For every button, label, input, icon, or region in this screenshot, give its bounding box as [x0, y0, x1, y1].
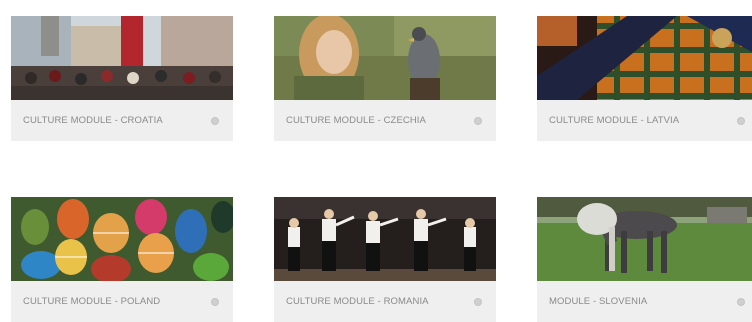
module-label-latvia[interactable]: CULTURE MODULE - LATVIA [549, 115, 679, 126]
romania-folk-dancers-photo [274, 197, 496, 281]
module-card-poland[interactable]: CULTURE MODULE - POLAND [11, 197, 233, 322]
circle-dot-icon[interactable] [474, 116, 482, 125]
circle-dot-icon[interactable] [474, 297, 482, 306]
module-card-czechia[interactable]: CULTURE MODULE - CZECHIA [274, 16, 496, 141]
circle-dot-icon[interactable] [211, 297, 219, 306]
slovenia-horses-photo [537, 197, 752, 281]
poland-thumbnail-image[interactable] [11, 197, 233, 281]
slovenia-caption[interactable]: MODULE - SLOVENIA [537, 281, 752, 322]
module-label-poland[interactable]: CULTURE MODULE - POLAND [23, 296, 160, 307]
module-card-romania[interactable]: CULTURE MODULE - ROMANIA [274, 197, 496, 322]
czechia-falcon-woman-photo [274, 16, 496, 100]
module-card-croatia[interactable]: CULTURE MODULE - CROATIA [11, 16, 233, 141]
module-card-latvia[interactable]: CULTURE MODULE - LATVIA [537, 16, 752, 141]
czechia-thumbnail-image[interactable] [274, 16, 496, 100]
circle-dot-icon[interactable] [737, 297, 745, 306]
romania-thumbnail-image[interactable] [274, 197, 496, 281]
module-label-romania[interactable]: CULTURE MODULE - ROMANIA [286, 296, 429, 307]
poland-caption[interactable]: CULTURE MODULE - POLAND [11, 281, 233, 322]
romania-caption[interactable]: CULTURE MODULE - ROMANIA [274, 281, 496, 322]
circle-dot-icon[interactable] [737, 116, 745, 125]
slovenia-thumbnail-image[interactable] [537, 197, 752, 281]
module-card-slovenia[interactable]: MODULE - SLOVENIA [537, 197, 752, 322]
module-label-slovenia[interactable]: MODULE - SLOVENIA [549, 296, 647, 307]
latvia-plaid-textile-photo [537, 16, 752, 100]
czechia-caption[interactable]: CULTURE MODULE - CZECHIA [274, 100, 496, 141]
croatia-street-procession-photo [11, 16, 233, 100]
module-label-czechia[interactable]: CULTURE MODULE - CZECHIA [286, 115, 426, 126]
module-label-croatia[interactable]: CULTURE MODULE - CROATIA [23, 115, 163, 126]
croatia-caption[interactable]: CULTURE MODULE - CROATIA [11, 100, 233, 141]
circle-dot-icon[interactable] [211, 116, 219, 125]
latvia-thumbnail-image[interactable] [537, 16, 752, 100]
poland-painted-eggs-photo [11, 197, 233, 281]
croatia-thumbnail-image[interactable] [11, 16, 233, 100]
latvia-caption[interactable]: CULTURE MODULE - LATVIA [537, 100, 752, 141]
